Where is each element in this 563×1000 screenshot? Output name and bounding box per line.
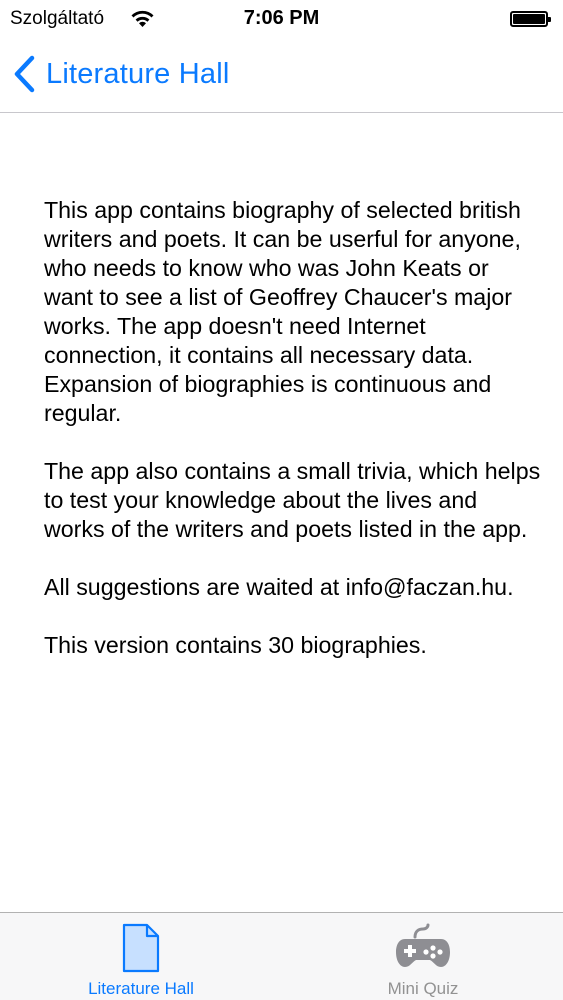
- battery-icon: [510, 11, 551, 27]
- document-icon: [122, 923, 160, 973]
- tab-literature-hall[interactable]: Literature Hall: [0, 913, 282, 1000]
- chevron-left-icon: [14, 55, 35, 93]
- about-text: This app contains biography of selected …: [44, 196, 544, 689]
- navigation-bar: Literature Hall: [0, 38, 563, 113]
- tab-label-literature-hall: Literature Hall: [88, 979, 194, 998]
- back-button[interactable]: Literature Hall: [12, 52, 230, 96]
- about-screen: Szolgáltató 7:06 PM Literature Hall This…: [0, 0, 563, 1000]
- gamepad-icon: [396, 923, 450, 967]
- back-button-label: Literature Hall: [46, 57, 230, 90]
- status-bar: Szolgáltató 7:06 PM: [0, 0, 563, 38]
- tab-bar: Literature Hall Mini Quiz: [0, 912, 563, 1000]
- paragraph-suggestions: All suggestions are waited at info@facza…: [44, 574, 514, 600]
- paragraph-version: This version contains 30 biographies.: [44, 632, 427, 658]
- paragraph-description: This app contains biography of selected …: [44, 197, 521, 426]
- tab-mini-quiz[interactable]: Mini Quiz: [282, 913, 563, 1000]
- status-time: 7:06 PM: [243, 7, 320, 29]
- paragraph-trivia: The app also contains a small trivia, wh…: [44, 458, 541, 542]
- tab-label-mini-quiz: Mini Quiz: [387, 979, 459, 998]
